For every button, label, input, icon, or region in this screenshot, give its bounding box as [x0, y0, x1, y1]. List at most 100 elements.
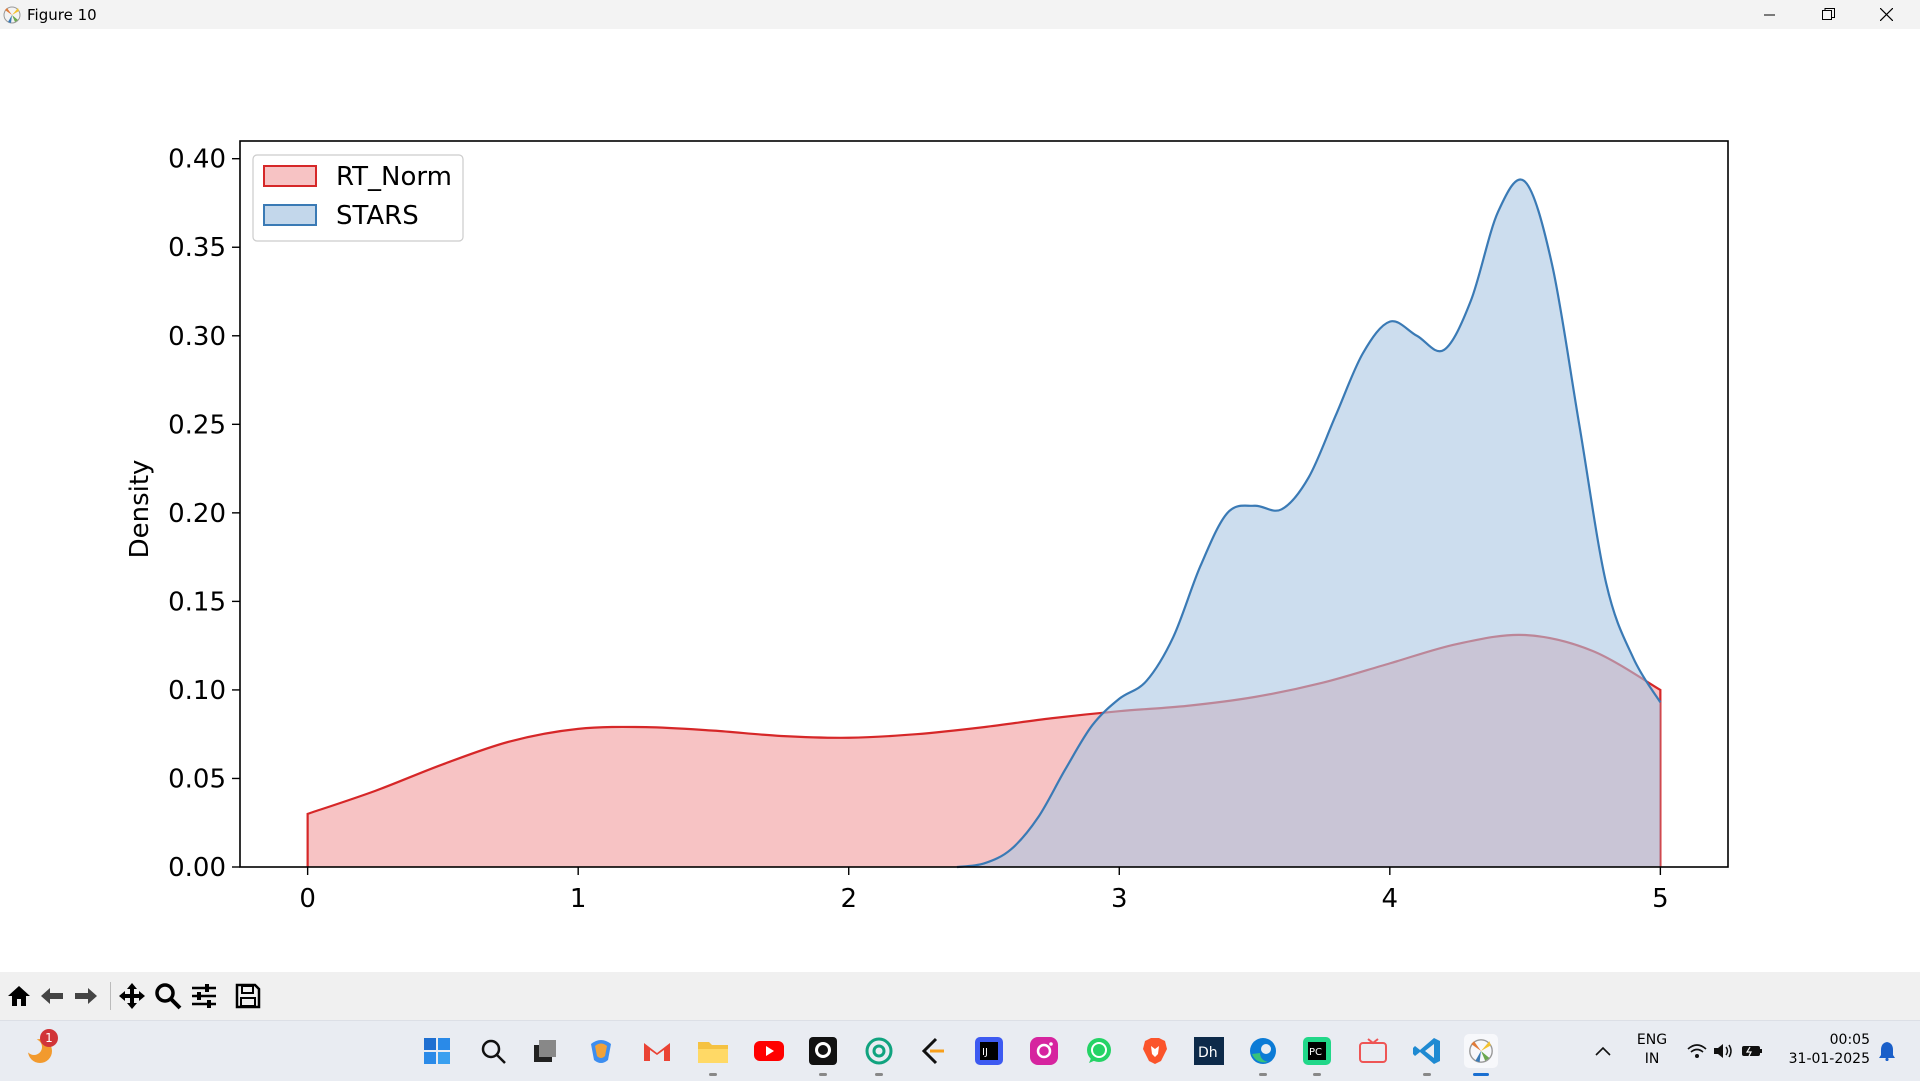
system-status-button[interactable] [1680, 1034, 1770, 1068]
zoom-icon [155, 983, 182, 1010]
y-tick-label: 0.35 [168, 233, 226, 263]
battery-icon [1742, 1046, 1762, 1057]
restore-button[interactable] [1799, 0, 1857, 29]
y-tick-label: 0.00 [168, 853, 226, 883]
figure-canvas[interactable]: 0 1 2 3 4 5 0.00 0.05 0.10 0.15 0.20 0.25 0.30 0.35 0… [0, 29, 1920, 972]
taskbar-app-pycharm[interactable]: PC [1300, 1034, 1334, 1076]
legend-swatch-stars [263, 204, 317, 226]
language-region: IN [1644, 1051, 1660, 1067]
running-indicator [819, 1073, 827, 1076]
y-tick-label: 0.30 [168, 322, 226, 352]
notifications-button[interactable] [1870, 1034, 1904, 1068]
legend-label-stars: STARS [336, 201, 419, 231]
taskbar-app-copilot[interactable] [584, 1034, 618, 1068]
x-tick-label: 1 [570, 884, 587, 914]
taskbar-app-github[interactable] [806, 1034, 840, 1076]
intellij-icon: IJ [975, 1037, 1003, 1065]
legend: RT_Norm STARS [252, 154, 464, 242]
y-axis-label: Density [125, 460, 155, 559]
taskbar-app-whatsapp[interactable] [1082, 1034, 1116, 1068]
pan-button[interactable] [116, 980, 148, 1012]
weather-widget[interactable]: 1 [24, 1029, 58, 1067]
window-title: Figure 10 [27, 6, 97, 24]
folder-icon [698, 1042, 728, 1063]
vscode-icon [1413, 1038, 1440, 1064]
task-view-button[interactable] [528, 1034, 562, 1068]
y-tick-label: 0.40 [168, 145, 226, 175]
configure-icon [192, 984, 216, 1008]
show-hidden-icons-button[interactable] [1586, 1034, 1620, 1068]
clock[interactable]: 00:05 31-01-2025 [1780, 1031, 1870, 1069]
whatsapp-icon [1087, 1038, 1111, 1063]
back-button[interactable] [36, 980, 68, 1012]
x-tick-label: 5 [1652, 884, 1669, 914]
x-tick-label: 3 [1111, 884, 1128, 914]
running-indicator [875, 1073, 883, 1076]
taskbar-app-edge[interactable] [1246, 1034, 1280, 1076]
configure-subplots-button[interactable] [188, 980, 220, 1012]
copilot-icon [591, 1040, 611, 1063]
running-indicator [1423, 1073, 1431, 1076]
taskbar-app-chatgpt[interactable] [862, 1034, 896, 1076]
home-icon [8, 986, 30, 1006]
clock-time: 00:05 [1829, 1032, 1870, 1048]
svg-text:Dh: Dh [1198, 1045, 1218, 1061]
legend-swatch-rt-norm [263, 165, 317, 187]
taskbar-search-button[interactable] [476, 1034, 510, 1068]
navigation-toolbar [0, 972, 1920, 1020]
notification-badge: 1 [40, 1029, 58, 1047]
taskbar: 1 IJ Dh PC ENG IN 00:05 31-01-2025 [0, 1020, 1920, 1081]
taskbar-app-brave[interactable] [1138, 1034, 1172, 1068]
task-view-icon [534, 1040, 556, 1062]
taskbar-app-youtube[interactable] [752, 1034, 786, 1068]
chatgpt-icon [865, 1037, 893, 1065]
matplotlib-icon [1469, 1039, 1493, 1063]
taskbar-app-leetcode[interactable] [916, 1034, 950, 1068]
taskbar-app-file-explorer[interactable] [696, 1034, 730, 1076]
forward-button[interactable] [70, 980, 102, 1012]
x-tick-label: 0 [299, 884, 316, 914]
zoom-button[interactable] [152, 980, 184, 1012]
edge-icon [1250, 1038, 1276, 1064]
dh-app-icon: Dh [1194, 1037, 1224, 1065]
svg-text:IJ: IJ [982, 1047, 988, 1058]
wifi-icon [1687, 1044, 1707, 1058]
search-icon [481, 1039, 506, 1064]
chevron-up-icon [1595, 1046, 1611, 1056]
y-tick-label: 0.05 [168, 764, 226, 794]
taskbar-app-dh[interactable]: Dh [1192, 1034, 1226, 1068]
back-icon [41, 988, 63, 1004]
taskbar-app-intellij[interactable]: IJ [972, 1034, 1006, 1068]
taskbar-app-gmail[interactable] [640, 1034, 674, 1068]
language-code: ENG [1636, 1032, 1668, 1048]
minimize-button[interactable] [1741, 0, 1799, 29]
taskbar-app-instagram[interactable] [1027, 1034, 1061, 1068]
taskbar-app-vscode[interactable] [1410, 1034, 1444, 1076]
volume-icon [1714, 1044, 1732, 1058]
taskbar-app-tv[interactable] [1356, 1034, 1390, 1068]
svg-text:PC: PC [1309, 1047, 1322, 1058]
start-button[interactable] [420, 1034, 454, 1068]
save-icon [235, 983, 261, 1009]
clock-date: 31-01-2025 [1788, 1051, 1870, 1067]
legend-label-rt-norm: RT_Norm [336, 162, 452, 192]
github-icon [809, 1037, 837, 1065]
close-icon [1879, 8, 1893, 21]
home-button[interactable] [3, 980, 35, 1012]
active-indicator [1473, 1073, 1489, 1076]
running-indicator [1259, 1073, 1267, 1076]
y-tick-label: 0.20 [168, 499, 226, 529]
brave-icon [1143, 1038, 1167, 1064]
running-indicator [709, 1073, 717, 1076]
close-button[interactable] [1857, 0, 1915, 29]
x-tick-label: 4 [1382, 884, 1399, 914]
bell-icon [1879, 1042, 1895, 1061]
taskbar-app-matplotlib-figure[interactable] [1464, 1034, 1498, 1076]
save-button[interactable] [232, 980, 264, 1012]
running-indicator [1313, 1073, 1321, 1076]
density-chart: 0 1 2 3 4 5 0.00 0.05 0.10 0.15 0.20 0.25 0.30 0.35 0… [125, 140, 1729, 914]
language-indicator[interactable]: ENG IN [1632, 1031, 1672, 1069]
tv-app-icon [1359, 1038, 1387, 1063]
y-tick-label: 0.10 [168, 676, 226, 706]
window-titlebar: Figure 10 [0, 0, 1920, 29]
